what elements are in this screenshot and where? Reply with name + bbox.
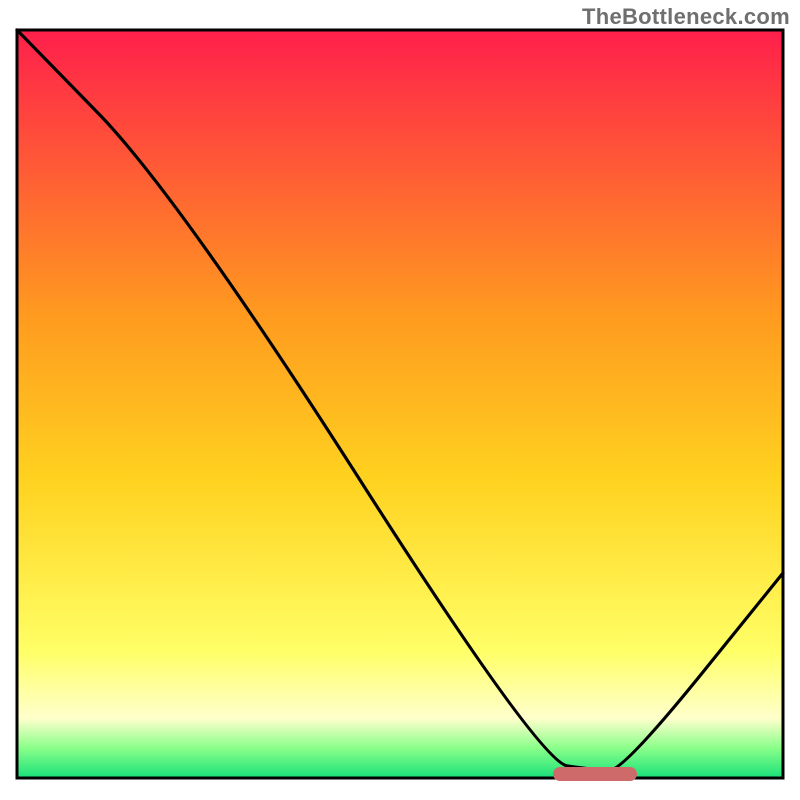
chart-canvas: TheBottleneck.com bbox=[0, 0, 800, 800]
optimal-range-marker bbox=[553, 767, 637, 781]
bottleneck-plot bbox=[0, 0, 800, 800]
plot-background bbox=[17, 30, 783, 778]
